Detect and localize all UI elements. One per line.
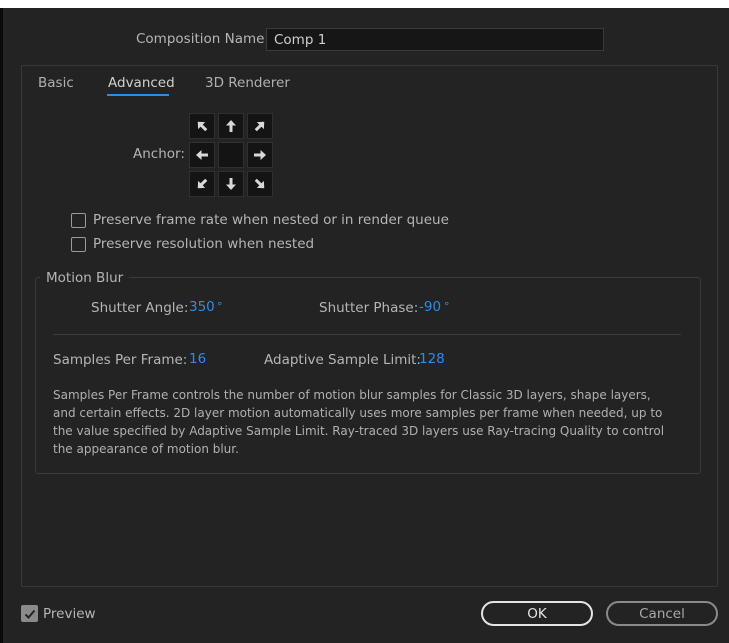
arrow-right-icon — [254, 150, 266, 160]
motion-blur-title: Motion Blur — [40, 270, 130, 286]
composition-name-input[interactable] — [266, 28, 604, 51]
arrow-up-left-icon — [197, 121, 208, 132]
anchor-right[interactable] — [247, 142, 273, 168]
preserve-frame-rate-checkbox[interactable] — [71, 212, 86, 228]
motion-blur-description: Samples Per Frame controls the number of… — [53, 388, 665, 456]
arrow-up-icon — [226, 120, 236, 132]
preserve-resolution-option[interactable]: Preserve resolution when nested — [71, 236, 314, 252]
shutter-phase-value[interactable]: -90 — [419, 299, 441, 315]
window-left-edge — [0, 8, 3, 643]
anchor-top-right[interactable] — [247, 113, 273, 139]
shutter-phase-label: Shutter Phase: — [319, 300, 419, 316]
shutter-angle-value[interactable]: 350 — [189, 299, 215, 315]
preview-checkbox[interactable] — [21, 605, 38, 622]
arrow-down-left-icon — [197, 178, 208, 189]
anchor-left[interactable] — [189, 142, 215, 168]
active-tab-indicator — [107, 94, 169, 96]
preserve-resolution-label: Preserve resolution when nested — [93, 236, 315, 252]
tab-3d-renderer[interactable]: 3D Renderer — [205, 75, 290, 91]
anchor-top[interactable] — [218, 113, 244, 139]
arrow-left-icon — [196, 150, 208, 160]
preview-label: Preview — [43, 605, 96, 622]
anchor-top-left[interactable] — [189, 113, 215, 139]
motion-blur-divider — [53, 334, 681, 335]
cancel-button[interactable]: Cancel — [606, 601, 718, 626]
anchor-center[interactable] — [218, 142, 244, 168]
anchor-bottom[interactable] — [218, 171, 244, 197]
samples-per-frame-label: Samples Per Frame: — [53, 352, 188, 368]
preserve-frame-rate-option[interactable]: Preserve frame rate when nested or in re… — [71, 212, 449, 228]
preserve-frame-rate-label: Preserve frame rate when nested or in re… — [93, 212, 449, 228]
shutter-phase-unit: ° — [444, 300, 450, 313]
tab-basic[interactable]: Basic — [38, 75, 74, 91]
composition-name-label: Composition Name: — [136, 31, 269, 47]
arrow-down-right-icon — [254, 178, 265, 189]
anchor-bottom-left[interactable] — [189, 171, 215, 197]
shutter-angle-unit: ° — [217, 300, 223, 313]
tab-advanced[interactable]: Advanced — [108, 75, 175, 91]
anchor-bottom-right[interactable] — [247, 171, 273, 197]
preview-option[interactable]: Preview — [21, 605, 96, 622]
samples-per-frame-value[interactable]: 16 — [189, 351, 206, 367]
shutter-angle-label: Shutter Angle: — [91, 300, 189, 316]
adaptive-sample-limit-label: Adaptive Sample Limit: — [264, 352, 421, 368]
window-top-edge — [0, 0, 729, 8]
anchor-label: Anchor: — [133, 146, 185, 162]
checkmark-icon — [24, 609, 35, 619]
arrow-up-right-icon — [254, 121, 265, 132]
adaptive-sample-limit-value[interactable]: 128 — [419, 351, 445, 367]
preserve-resolution-checkbox[interactable] — [71, 236, 86, 252]
ok-button[interactable]: OK — [481, 601, 593, 626]
arrow-down-icon — [226, 178, 236, 190]
